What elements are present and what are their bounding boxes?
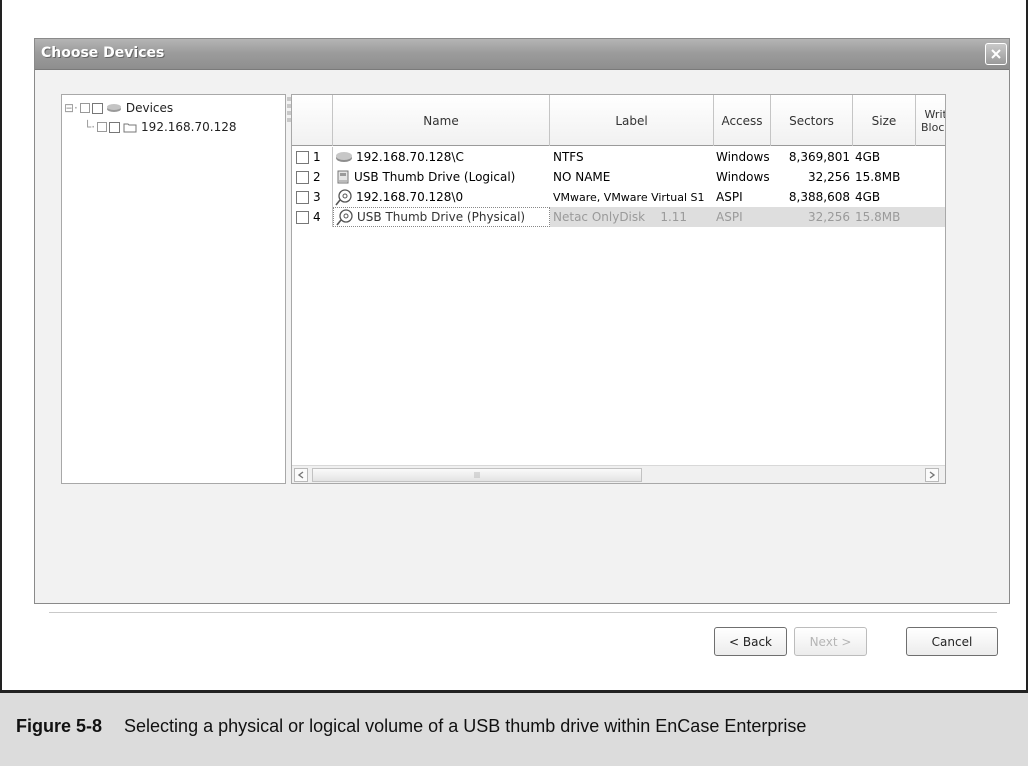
row-checkbox[interactable] [296,170,309,184]
device-grid: Name Label Access Sectors Size Write Blo… [291,94,946,484]
row-index: 3 [313,190,321,204]
row-index: 2 [313,170,321,184]
cancel-button[interactable]: Cancel [906,627,998,656]
access-cell: ASPI [716,190,743,204]
label-cell: Netac OnlyDisk 1.11 [553,210,688,224]
table-row[interactable]: 3 192.168.70.128\0 VMware, VMware Virtua… [292,187,945,207]
button-separator [49,612,997,614]
column-header-label[interactable]: Label [550,95,714,146]
grid-header: Name Label Access Sectors Size Write Blo… [292,95,945,146]
dialog-titlebar: Choose Devices [35,39,1009,70]
devices-icon [106,104,121,112]
scroll-right-button[interactable] [925,468,939,482]
access-cell: Windows [716,150,770,164]
tree-item-label: Devices [125,101,174,115]
dialog-title: Choose Devices [41,45,165,61]
access-cell: Windows [716,170,770,184]
label-cell: NO NAME [553,170,611,184]
choose-devices-dialog: Choose Devices ⊟· Devices └· 192.168.70.… [34,38,1010,614]
folder-icon [123,123,137,132]
column-header-index[interactable] [292,95,333,146]
physical-disk-icon [335,189,352,206]
tree-item-host[interactable]: └· 192.168.70.128 [84,120,236,134]
row-index: 1 [313,150,321,164]
network-drive-icon [336,152,352,162]
close-icon [991,49,1001,59]
tree-expander-icon[interactable]: ⊟· [64,101,78,115]
physical-disk-icon [336,209,353,226]
tree-item-devices[interactable]: ⊟· Devices [64,101,173,115]
table-row[interactable]: 2 USB Thumb Drive (Logical) NO NAME Wind… [292,167,945,187]
tree-item-label: 192.168.70.128 [141,120,237,134]
column-header-name[interactable]: Name [333,95,550,146]
chevron-right-icon [929,471,936,479]
row-checkbox[interactable] [296,190,309,204]
device-name: USB Thumb Drive (Logical) [354,170,516,184]
column-header-access[interactable]: Access [714,95,771,146]
column-header-size[interactable]: Size [853,95,916,146]
column-header-write-blocked[interactable]: Write Blocke [916,95,945,146]
access-cell: ASPI [716,210,743,224]
name-cell: USB Thumb Drive (Logical) [333,167,550,187]
table-row[interactable]: 1 192.168.70.128\C NTFS Windows 8,369,80… [292,147,945,167]
size-cell: 15.8MB [855,210,901,224]
device-name: 192.168.70.128\C [356,150,464,164]
row-index-cell: 4 [292,207,333,227]
device-tree: ⊟· Devices └· 192.168.70.128 [61,94,286,484]
size-cell: 4GB [855,150,881,164]
removable-drive-icon [337,170,349,184]
size-cell: 15.8MB [855,170,901,184]
caption-text: Selecting a physical or logical volume o… [124,715,807,736]
tree-checkbox[interactable] [91,102,103,114]
close-button[interactable] [985,43,1007,65]
label-cell: VMware, VMware Virtual S1 [553,190,705,204]
device-name: USB Thumb Drive (Physical) [357,210,526,224]
grip-icon [474,472,480,478]
tree-checkbox[interactable] [109,121,121,133]
table-row[interactable]: 4 USB Thumb Drive (Physical) Netac OnlyD… [292,207,945,227]
scroll-thumb[interactable] [312,468,642,482]
row-index-cell: 2 [292,167,333,187]
tree-branch-line: └· [84,120,96,134]
device-name: 192.168.70.128\0 [356,190,464,204]
sectors-cell: 8,388,608 [788,190,850,204]
name-cell: USB Thumb Drive (Physical) [333,207,550,227]
column-header-sectors[interactable]: Sectors [771,95,853,146]
row-index-cell: 1 [292,147,333,167]
scroll-left-button[interactable] [294,468,308,482]
size-cell: 4GB [855,190,881,204]
row-checkbox[interactable] [296,150,309,164]
figure-number: Figure 5-8 [16,715,103,736]
chevron-left-icon [297,471,304,479]
next-button[interactable]: Next > [794,627,867,656]
tree-node-box-icon [79,103,90,113]
row-index: 4 [313,210,321,224]
name-cell: 192.168.70.128\C [333,147,550,167]
sectors-cell: 32,256 [808,210,850,224]
row-index-cell: 3 [292,187,333,207]
figure-caption: Figure 5-8 Selecting a physical or logic… [16,688,806,764]
row-checkbox[interactable] [296,210,309,224]
horizontal-scrollbar[interactable] [292,465,945,483]
back-button-page[interactable]: < Back [714,627,787,656]
sectors-cell: 8,369,801 [788,150,850,164]
label-cell: NTFS [553,150,584,164]
tree-node-box-icon [97,122,108,132]
name-cell: 192.168.70.128\0 [333,187,550,207]
sectors-cell: 32,256 [808,170,850,184]
